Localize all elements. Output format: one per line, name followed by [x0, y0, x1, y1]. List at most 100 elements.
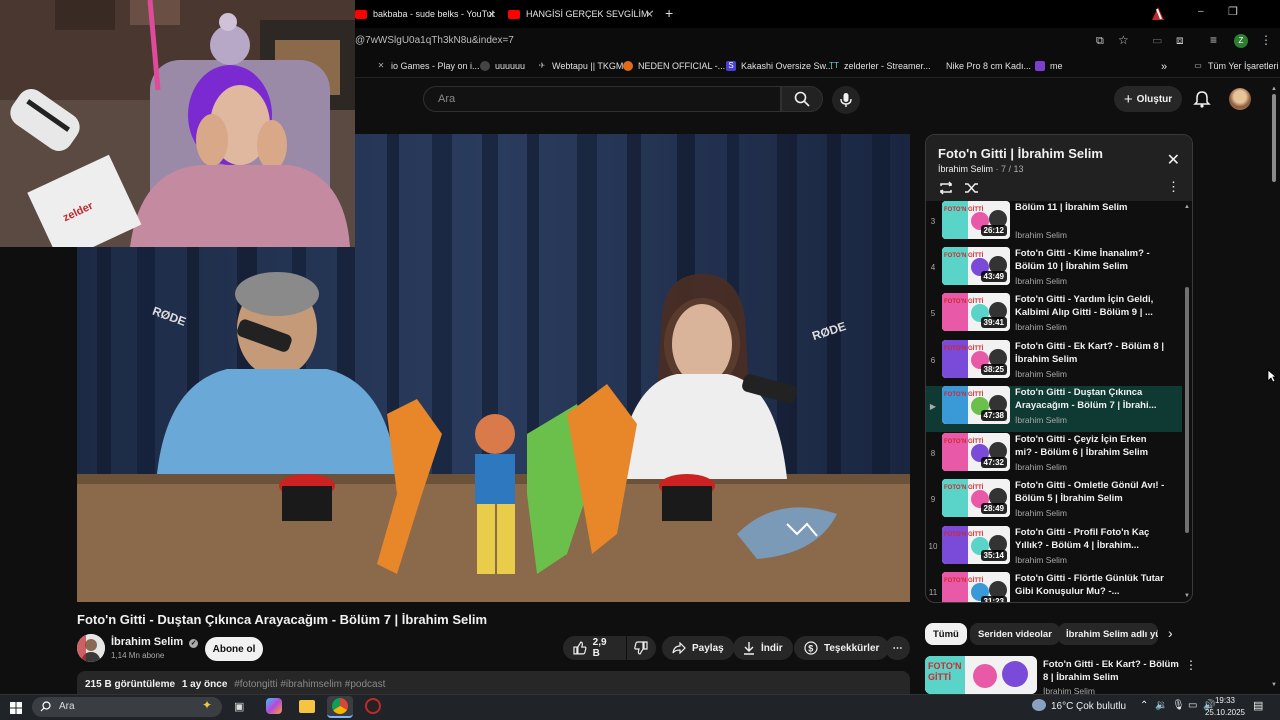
page-scroll-up-icon[interactable]: ▲ — [1271, 86, 1277, 92]
minimize-button[interactable]: ‒ — [1198, 6, 1204, 17]
recommended-thumbnail[interactable]: FOTO'N GİTTİ — [925, 656, 1037, 694]
cast-icon[interactable]: ⧉ — [1096, 35, 1104, 48]
weather-temp[interactable]: 16°C — [1051, 701, 1073, 712]
media-control-icon[interactable]: ≡ — [1210, 33, 1217, 47]
playlist-title[interactable]: Foto'n Gitti | İbrahim Selim — [938, 146, 1103, 161]
recommended-title[interactable]: Foto'n Gitti - Ek Kart? - Bölüm 8 | İbra… — [1043, 658, 1183, 684]
like-button[interactable]: 2,9 B — [563, 636, 626, 660]
scroll-down-arrow-icon[interactable]: ▼ — [1184, 593, 1190, 599]
playlist-item-thumbnail[interactable]: FOTO'N GİTTİ 39:41 — [942, 293, 1010, 331]
profile-avatar[interactable]: Z — [1234, 34, 1248, 48]
loop-icon[interactable] — [938, 181, 954, 195]
download-button[interactable]: İndir — [733, 636, 793, 660]
new-tab-button[interactable]: + — [665, 5, 673, 21]
obs-icon[interactable] — [365, 698, 381, 714]
bookmark-zelderler[interactable]: ТТ zelderler - Streamer... — [829, 61, 930, 71]
playlist-menu-icon[interactable]: ⋮ — [1167, 179, 1180, 195]
copilot-icon[interactable] — [266, 698, 282, 714]
bookmark-neden[interactable]: NEDEN OFFICIAL -... — [623, 61, 725, 71]
channel-name[interactable]: İbrahim Selim ✓ — [111, 636, 199, 648]
close-tab-icon[interactable]: × — [488, 7, 495, 21]
chip-series[interactable]: Seriden videolar — [970, 623, 1060, 645]
playlist-scrollbar[interactable]: ▲ ▼ — [1182, 201, 1192, 602]
playlist-item-thumbnail[interactable]: FOTO'N GİTTİ 47:38 — [942, 386, 1010, 424]
close-playlist-icon[interactable]: ✕ — [1167, 150, 1180, 170]
description-box[interactable]: 215 B görüntüleme 1 ay önce #fotongitti … — [77, 671, 910, 696]
bookmark-star-icon[interactable]: ☆ — [1118, 33, 1129, 47]
file-explorer-icon[interactable] — [299, 700, 315, 713]
playlist-item[interactable]: 11 FOTO'N GİTTİ 31:23 Foto'n Gitti - Flörtl… — [926, 572, 1182, 602]
restore-button[interactable]: ❐ — [1228, 5, 1238, 18]
playlist-item-thumbnail[interactable]: FOTO'N GİTTİ 47:32 — [942, 433, 1010, 471]
notifications-bell-icon[interactable] — [1192, 89, 1212, 109]
scroll-up-arrow-icon[interactable]: ▲ — [1184, 204, 1190, 210]
more-bookmarks-icon[interactable]: » — [1161, 61, 1167, 73]
playlist-item-thumbnail[interactable]: FOTO'N GİTTİ 28:49 — [942, 479, 1010, 517]
share-button[interactable]: Paylaş — [662, 636, 734, 660]
bookmark-nike[interactable]: Nike Pro 8 cm Kadı... — [946, 61, 1031, 71]
url-field[interactable]: @7wWSlgU0a1qTh3kN8u&index=7 — [355, 35, 514, 46]
playlist-item[interactable]: 6 FOTO'N GİTTİ 38:25 Foto'n Gitti - Ek Kart… — [926, 340, 1182, 386]
notification-center-icon[interactable]: ▤ — [1253, 699, 1263, 712]
channel-avatar[interactable] — [77, 634, 105, 662]
microphone-tray-icon[interactable]: 🎙 — [1172, 700, 1185, 711]
playlist-item[interactable]: 9 FOTO'N GİTTİ 28:49 Foto'n Gitti - Omletle… — [926, 479, 1182, 525]
page-scrollbar[interactable]: ▲ ▼ — [1270, 86, 1278, 694]
chrome-taskbar-button[interactable] — [327, 696, 353, 718]
tt-icon: ТТ — [829, 61, 839, 70]
page-scroll-down-icon[interactable]: ▼ — [1271, 682, 1277, 688]
chip-all[interactable]: Tümü — [925, 623, 967, 645]
search-input[interactable]: Ara — [423, 86, 781, 112]
bookmark-uuuuuu[interactable]: uuuuuu — [480, 61, 525, 71]
task-view-icon[interactable]: ▣ — [234, 700, 244, 713]
voice-search-button[interactable] — [832, 86, 860, 114]
hashtags[interactable]: #fotongitti #ibrahimselim #podcast — [234, 679, 385, 690]
thanks-button[interactable]: $ Teşekkürler — [794, 636, 890, 660]
tab-hangisi[interactable]: HANGİSİ GERÇEK SEVGİLİM ? | × — [508, 4, 653, 24]
weather-description[interactable]: Çok bulutlu — [1076, 701, 1126, 712]
video-duration: 26:12 — [980, 225, 1007, 236]
user-avatar[interactable] — [1229, 88, 1251, 110]
bookmark-me[interactable]: me — [1035, 61, 1063, 71]
create-button[interactable]: + Oluştur — [1114, 86, 1182, 112]
sidebar-icon[interactable]: ▭ — [1152, 34, 1162, 47]
windows-start-icon[interactable] — [10, 702, 22, 714]
playlist-item[interactable]: ▶ FOTO'N GİTTİ 47:38 Foto'n Gitti - Duştan … — [926, 386, 1182, 432]
playlist-item-thumbnail[interactable]: FOTO'N GİTTİ 38:25 — [942, 340, 1010, 378]
playlist-item[interactable]: 10 FOTO'N GİTTİ 35:14 Foto'n Gitti - Profil… — [926, 526, 1182, 572]
close-tab-icon[interactable]: × — [646, 7, 653, 21]
more-actions-button[interactable]: ⋯ — [885, 636, 910, 660]
tray-chevron-icon[interactable]: ⌃ — [1140, 700, 1148, 711]
playlist-item-thumbnail[interactable]: FOTO'N GİTTİ 31:23 — [942, 572, 1010, 602]
recommended-menu-icon[interactable]: ⋮ — [1185, 658, 1197, 672]
playlist-item[interactable]: 5 FOTO'N GİTTİ 39:41 Foto'n Gitti - Yardım … — [926, 293, 1182, 339]
browser-menu-icon[interactable]: ⋮ — [1260, 33, 1272, 47]
playlist-item-thumbnail[interactable]: FOTO'N GİTTİ 35:14 — [942, 526, 1010, 564]
clock-date[interactable]: 25.10.2025 — [1200, 708, 1250, 717]
subscribe-button[interactable]: Abone ol — [205, 637, 263, 661]
chips-next-icon[interactable]: › — [1168, 625, 1173, 641]
all-bookmarks[interactable]: ▭ Tüm Yer İşaretleri — [1193, 61, 1278, 71]
tab-label: bakbaba - sude belks - YouTube — [373, 9, 495, 19]
page-scrollbar-thumb[interactable] — [1272, 94, 1276, 182]
extensions-icon[interactable]: ⧈ — [1176, 33, 1184, 48]
shuffle-icon[interactable] — [964, 181, 980, 195]
video-title: Foto'n Gitti - Duştan Çıkınca Arayacağım… — [77, 612, 488, 627]
tab-bakbaba[interactable]: bakbaba - sude belks - YouTube × — [355, 4, 495, 24]
scrollbar-thumb[interactable] — [1185, 287, 1189, 533]
bookmark-io-games[interactable]: ✕ io Games - Play on i... — [376, 61, 480, 71]
playlist-item[interactable]: 8 FOTO'N GİTTİ 47:32 Foto'n Gitti - Çeyiz İ… — [926, 433, 1182, 479]
playlist-item[interactable]: 4 FOTO'N GİTTİ 43:49 Foto'n Gitti - Kime İn… — [926, 247, 1182, 293]
playlist-item[interactable]: 3 FOTO'N GİTTİ 26:12 Bölüm 11 | İbrahim Sel… — [926, 201, 1182, 247]
chip-uploader[interactable]: İbrahim Selim adlı yükleyici — [1058, 623, 1158, 645]
search-button[interactable] — [781, 86, 823, 112]
speaker-small-icon[interactable]: 🔉 — [1155, 700, 1167, 711]
bookmark-kakashi[interactable]: S Kakashi Oversize Sw... — [726, 61, 833, 71]
playlist-item-thumbnail[interactable]: FOTO'N GİTTİ 43:49 — [942, 247, 1010, 285]
clock-time[interactable]: 19:33 — [1206, 696, 1244, 705]
dislike-button[interactable] — [627, 636, 656, 660]
bookmark-webtapu[interactable]: ✈ Webtapu || TKGM — [537, 61, 624, 71]
taskbar-search-box[interactable]: Ara ✦ — [32, 697, 222, 717]
playlist-item-thumbnail[interactable]: FOTO'N GİTTİ 26:12 — [942, 201, 1010, 239]
network-icon[interactable]: ▭ — [1188, 700, 1197, 711]
